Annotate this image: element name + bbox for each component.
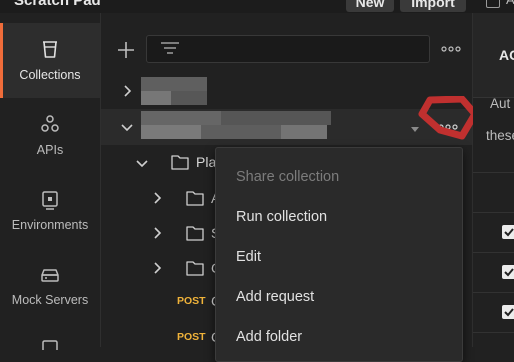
tab-title[interactable]: AC	[499, 47, 514, 63]
pixelated-name	[201, 125, 281, 139]
divider	[473, 332, 514, 333]
rail-item-mock-servers[interactable]: Mock Servers	[0, 248, 100, 323]
menu-item-run-collection[interactable]: Run collection	[236, 209, 327, 225]
folder-name: Pla	[196, 154, 217, 170]
menu-item-edit[interactable]: Edit	[236, 249, 261, 265]
rail-item-collections[interactable]: Collections	[0, 23, 100, 98]
description-text: these	[486, 128, 514, 143]
row-checkbox[interactable]	[502, 265, 514, 279]
rail-item-label: APIs	[36, 143, 64, 157]
rail-item-label: Environments	[11, 218, 89, 232]
pixelated-name	[141, 125, 201, 139]
collection-row-expanded[interactable]	[101, 109, 472, 145]
chevron-right-icon[interactable]	[151, 227, 163, 239]
pixelated-name	[141, 111, 221, 125]
rail-item-label: Collections	[19, 68, 81, 82]
import-button[interactable]: Import	[400, 0, 466, 12]
more-options-icon[interactable]	[440, 40, 462, 58]
row-checkbox[interactable]	[502, 225, 514, 239]
top-checkbox[interactable]	[486, 0, 500, 8]
filter-icon[interactable]	[160, 40, 180, 58]
workspace-title[interactable]: Scratch Pad	[14, 0, 101, 9]
menu-item-add-folder[interactable]: Add folder	[236, 329, 302, 345]
rail-item-label: Mock Servers	[11, 293, 89, 307]
search-input[interactable]	[146, 35, 430, 63]
authorization-tab[interactable]: Aut	[490, 96, 510, 111]
method-badge: POST	[177, 331, 206, 343]
rail-item-apis[interactable]: APIs	[0, 98, 100, 173]
context-menu: Share collection Run collection Edit Add…	[215, 147, 463, 362]
divider	[473, 292, 514, 293]
menu-item-add-request[interactable]: Add request	[236, 289, 314, 305]
row-checkbox[interactable]	[502, 305, 514, 319]
apis-icon	[41, 115, 59, 132]
divider	[473, 212, 514, 213]
pixelated-name	[171, 91, 207, 105]
pixelated-name	[141, 77, 207, 91]
divider	[473, 252, 514, 253]
pixelated-name	[221, 111, 331, 125]
chevron-right-icon[interactable]	[151, 262, 163, 274]
pixelated-name	[281, 125, 327, 139]
check-icon	[504, 228, 514, 237]
collections-icon	[43, 41, 57, 58]
top-checkbox-label: A	[506, 0, 514, 7]
divider	[473, 172, 514, 173]
highlight-annotation	[418, 96, 478, 140]
pixelated-name	[141, 91, 171, 105]
rail-item-environments[interactable]: Environments	[0, 173, 100, 248]
add-icon[interactable]	[116, 40, 136, 60]
menu-item-share-collection: Share collection	[236, 169, 340, 185]
check-icon	[504, 308, 514, 317]
monitors-icon[interactable]	[38, 338, 62, 350]
left-rail: Collections APIs Environments Mock Serve…	[0, 13, 101, 350]
collection-row[interactable]	[101, 73, 472, 109]
folder-icon	[186, 261, 204, 276]
chevron-right-icon[interactable]	[151, 192, 163, 204]
chevron-down-icon[interactable]	[136, 157, 148, 169]
folder-icon	[171, 155, 189, 170]
new-button[interactable]: New	[346, 0, 394, 12]
folder-icon	[186, 191, 204, 206]
method-badge: POST	[177, 295, 206, 307]
chevron-down-icon[interactable]	[121, 121, 133, 133]
folder-icon	[186, 226, 204, 241]
environments-icon	[42, 191, 58, 210]
mock-server-icon	[41, 269, 59, 282]
chevron-right-icon[interactable]	[121, 85, 133, 97]
check-icon	[504, 268, 514, 277]
